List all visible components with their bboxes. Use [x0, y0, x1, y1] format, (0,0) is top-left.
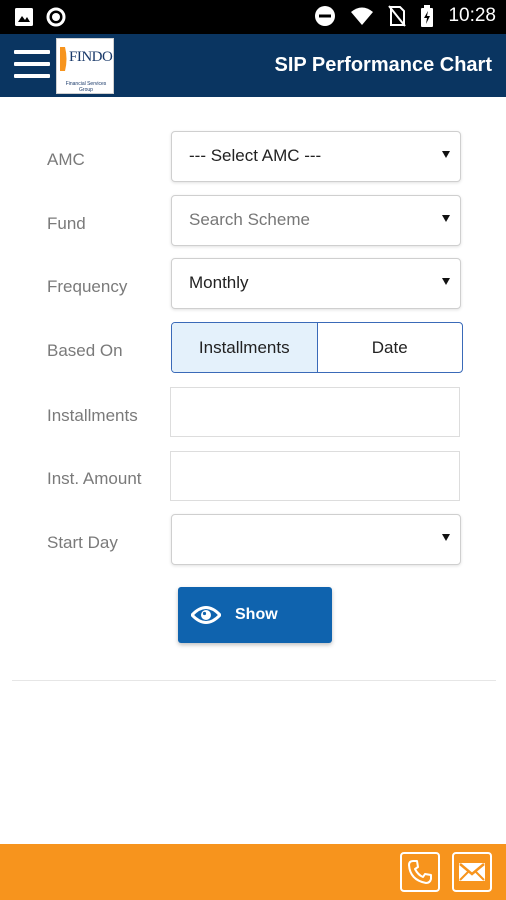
eye-icon: [191, 606, 221, 624]
fund-search-placeholder: Search Scheme: [189, 210, 310, 229]
amc-select[interactable]: --- Select AMC ---: [171, 131, 461, 182]
logo-mark-icon: [60, 47, 67, 71]
circle-icon: [46, 7, 66, 27]
status-bar: 10:28: [0, 0, 506, 34]
fund-label: Fund: [47, 214, 86, 233]
do-not-disturb-icon: [315, 6, 336, 26]
frequency-select-value: Monthly: [189, 273, 249, 292]
show-button[interactable]: Show: [178, 587, 332, 643]
no-sim-icon: [388, 5, 407, 27]
dropdown-arrow-icon: [442, 534, 450, 541]
start-day-label: Start Day: [47, 533, 118, 552]
mail-button[interactable]: [452, 852, 492, 892]
inst-amount-input[interactable]: [170, 451, 460, 501]
app-bar: FINDOC Financial Services Group SIP Perf…: [0, 34, 506, 97]
wifi-icon: [351, 7, 374, 25]
based-on-toggle: Installments Date: [171, 322, 463, 373]
dropdown-arrow-icon: [442, 215, 450, 222]
dropdown-arrow-icon: [442, 278, 450, 285]
image-icon: [15, 8, 33, 26]
mail-icon: [459, 863, 485, 881]
frequency-select[interactable]: Monthly: [171, 258, 461, 309]
phone-icon: [408, 860, 432, 884]
installments-option-button[interactable]: Installments: [172, 323, 318, 372]
fund-select[interactable]: Search Scheme: [171, 195, 461, 246]
frequency-label: Frequency: [47, 277, 128, 296]
start-day-select[interactable]: [171, 514, 461, 565]
page-title: SIP Performance Chart: [274, 54, 493, 76]
logo-text: FINDOC: [69, 49, 113, 65]
findoc-logo: FINDOC Financial Services Group: [56, 38, 114, 94]
installments-input[interactable]: [170, 387, 460, 437]
divider: [12, 680, 496, 681]
based-on-label: Based On: [47, 341, 123, 360]
footer-bar: [0, 844, 506, 900]
amc-label: AMC: [47, 150, 85, 169]
phone-button[interactable]: [400, 852, 440, 892]
amc-select-value: --- Select AMC ---: [189, 146, 322, 165]
hamburger-menu-icon[interactable]: [14, 50, 50, 80]
clock: 10:28: [448, 5, 496, 26]
inst-amount-label: Inst. Amount: [47, 469, 142, 488]
date-option-button[interactable]: Date: [318, 323, 463, 372]
installments-label: Installments: [47, 406, 138, 425]
logo-subtext: Financial Services Group: [65, 81, 107, 93]
battery-charging-icon: [421, 5, 434, 27]
dropdown-arrow-icon: [442, 151, 450, 158]
show-button-label: Show: [235, 606, 278, 623]
